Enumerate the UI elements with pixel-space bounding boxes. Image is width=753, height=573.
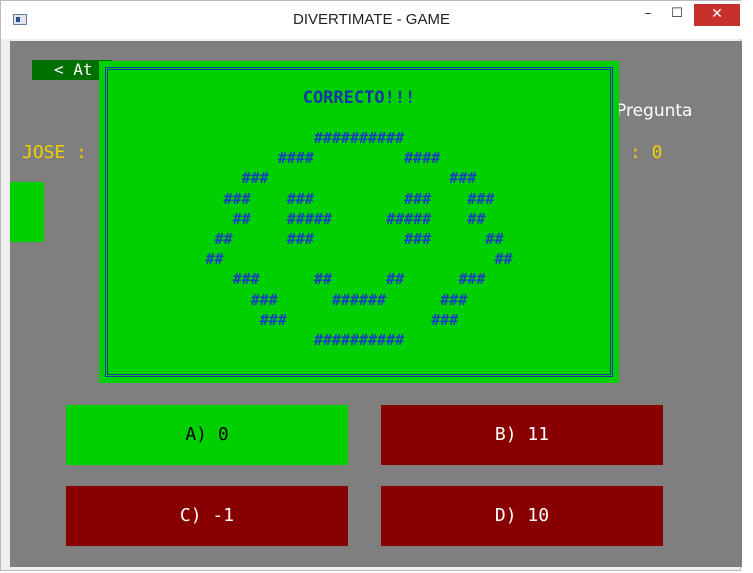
maximize-button[interactable]: ☐ — [662, 4, 692, 26]
answer-d-button[interactable]: D) 10 — [381, 486, 663, 546]
title-bar[interactable]: DIVERTIMATE - GAME – ☐ ✕ — [1, 1, 742, 39]
window-title: DIVERTIMATE - GAME — [293, 11, 450, 28]
minimize-button[interactable]: – — [634, 4, 662, 26]
player-name: JOSE : — [22, 142, 88, 163]
result-dialog-frame: CORRECTO!!! ########## #### #### ### ###… — [105, 67, 613, 377]
answer-c-button[interactable]: C) -1 — [66, 486, 348, 546]
answer-a-button[interactable]: A) 0 — [66, 405, 348, 465]
app-window: DIVERTIMATE - GAME – ☐ ✕ < At JOSE : Pre… — [0, 0, 742, 571]
result-dialog: CORRECTO!!! ########## #### #### ### ###… — [99, 61, 619, 383]
result-title: CORRECTO!!! — [302, 88, 416, 108]
score-value: : 0 — [630, 142, 663, 163]
progress-indicator — [10, 182, 44, 242]
smiley-ascii-art: ########## #### #### ### ### ### ### ###… — [205, 129, 513, 350]
close-button[interactable]: ✕ — [694, 4, 740, 26]
answer-b-button[interactable]: B) 11 — [381, 405, 663, 465]
game-canvas: < At JOSE : Pregunta : 0 A) 0 B) 11 C) -… — [10, 41, 742, 567]
question-label: Pregunta — [616, 101, 693, 121]
